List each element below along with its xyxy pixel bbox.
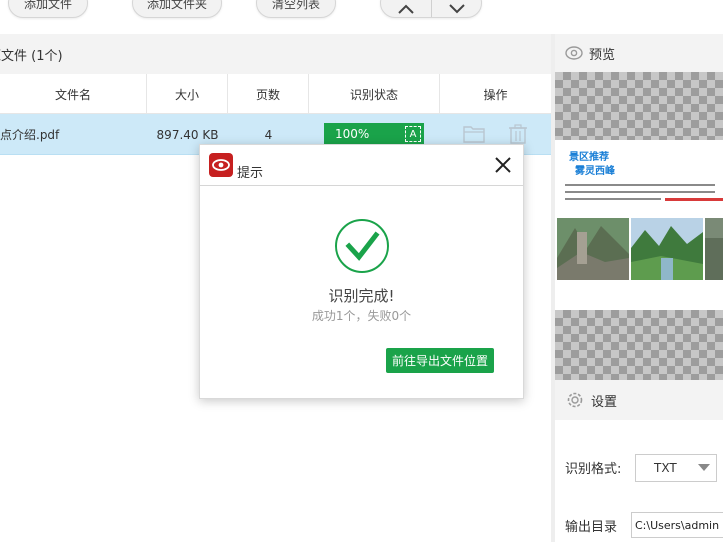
file-name: 点介绍.pdf <box>0 128 60 142</box>
progress-label: 100% <box>335 127 370 141</box>
side-panel: 预览 景区推荐 雾灵西峰 设置 识别格式: TXT 输出目录 C:\Users\… <box>555 34 723 542</box>
column-status[interactable]: 识别状态 <box>309 74 440 114</box>
dialog-detail: 成功1个，失败0个 <box>311 309 412 323</box>
trash-icon[interactable] <box>507 124 529 144</box>
preview-highlight-text <box>665 198 723 201</box>
recognition-progress: 100% A <box>324 123 424 145</box>
clear-list-button[interactable]: 清空列表 <box>256 0 336 18</box>
move-up-button[interactable] <box>381 0 431 17</box>
eye-icon <box>565 46 583 60</box>
preview-subheading: 雾灵西峰 <box>575 166 615 177</box>
add-folder-button[interactable]: 添加文件夹 <box>132 0 222 18</box>
preview-header: 预览 <box>555 34 723 72</box>
preview-heading: 景区推荐 <box>569 152 609 163</box>
chevron-down-icon <box>698 464 710 471</box>
preview-document[interactable]: 景区推荐 雾灵西峰 <box>555 140 723 310</box>
preview-text-line <box>565 184 715 186</box>
output-dir-input[interactable]: C:\Users\admin <box>631 512 723 538</box>
folder-icon[interactable] <box>463 124 485 144</box>
gear-icon <box>567 392 583 408</box>
preview-title: 预览 <box>589 47 616 63</box>
dialog-header: 提示 <box>200 145 523 186</box>
preview-photo <box>631 218 703 280</box>
dialog-message: 识别完成! <box>328 287 395 305</box>
preview-photo <box>557 218 629 280</box>
open-output-folder-button[interactable]: 前往导出文件位置 <box>386 348 494 373</box>
format-label: 识别格式: <box>565 462 622 477</box>
column-pages[interactable]: 页数 <box>228 74 309 114</box>
scan-icon: A <box>405 126 421 142</box>
dialog-title: 提示 <box>237 166 264 181</box>
toolbar: 添加文件 添加文件夹 清空列表 <box>0 0 723 34</box>
preview-transparent-bg <box>555 72 723 140</box>
settings-header: 设置 <box>555 380 723 420</box>
move-buttons <box>380 0 482 18</box>
output-dir-label: 输出目录 <box>565 520 618 535</box>
preview-transparent-bg <box>555 310 723 380</box>
move-down-button[interactable] <box>431 0 481 17</box>
chevron-up-icon <box>398 4 414 14</box>
chevron-down-icon <box>448 4 465 14</box>
column-size[interactable]: 大小 <box>147 74 228 114</box>
column-filename[interactable]: 文件名 <box>0 74 147 114</box>
preview-text-line <box>565 198 661 200</box>
preview-text-line <box>565 191 715 193</box>
add-file-button[interactable]: 添加文件 <box>8 0 88 18</box>
eye-logo-icon <box>209 153 233 177</box>
settings-title: 设置 <box>591 394 618 410</box>
file-section-title: 源文件 (1个) <box>0 34 551 74</box>
column-actions: 操作 <box>483 87 508 102</box>
preview-photo <box>705 218 723 280</box>
check-circle-icon <box>335 219 389 273</box>
close-icon[interactable] <box>493 155 513 175</box>
table-header: 文件名 大小 页数 识别状态 操作 <box>0 74 551 114</box>
format-select[interactable]: TXT <box>635 454 717 482</box>
format-value: TXT <box>654 461 677 475</box>
file-count-label: 源文件 (1个) <box>0 48 63 64</box>
completion-dialog: 提示 识别完成! 成功1个，失败0个 前往导出文件位置 <box>199 144 524 399</box>
